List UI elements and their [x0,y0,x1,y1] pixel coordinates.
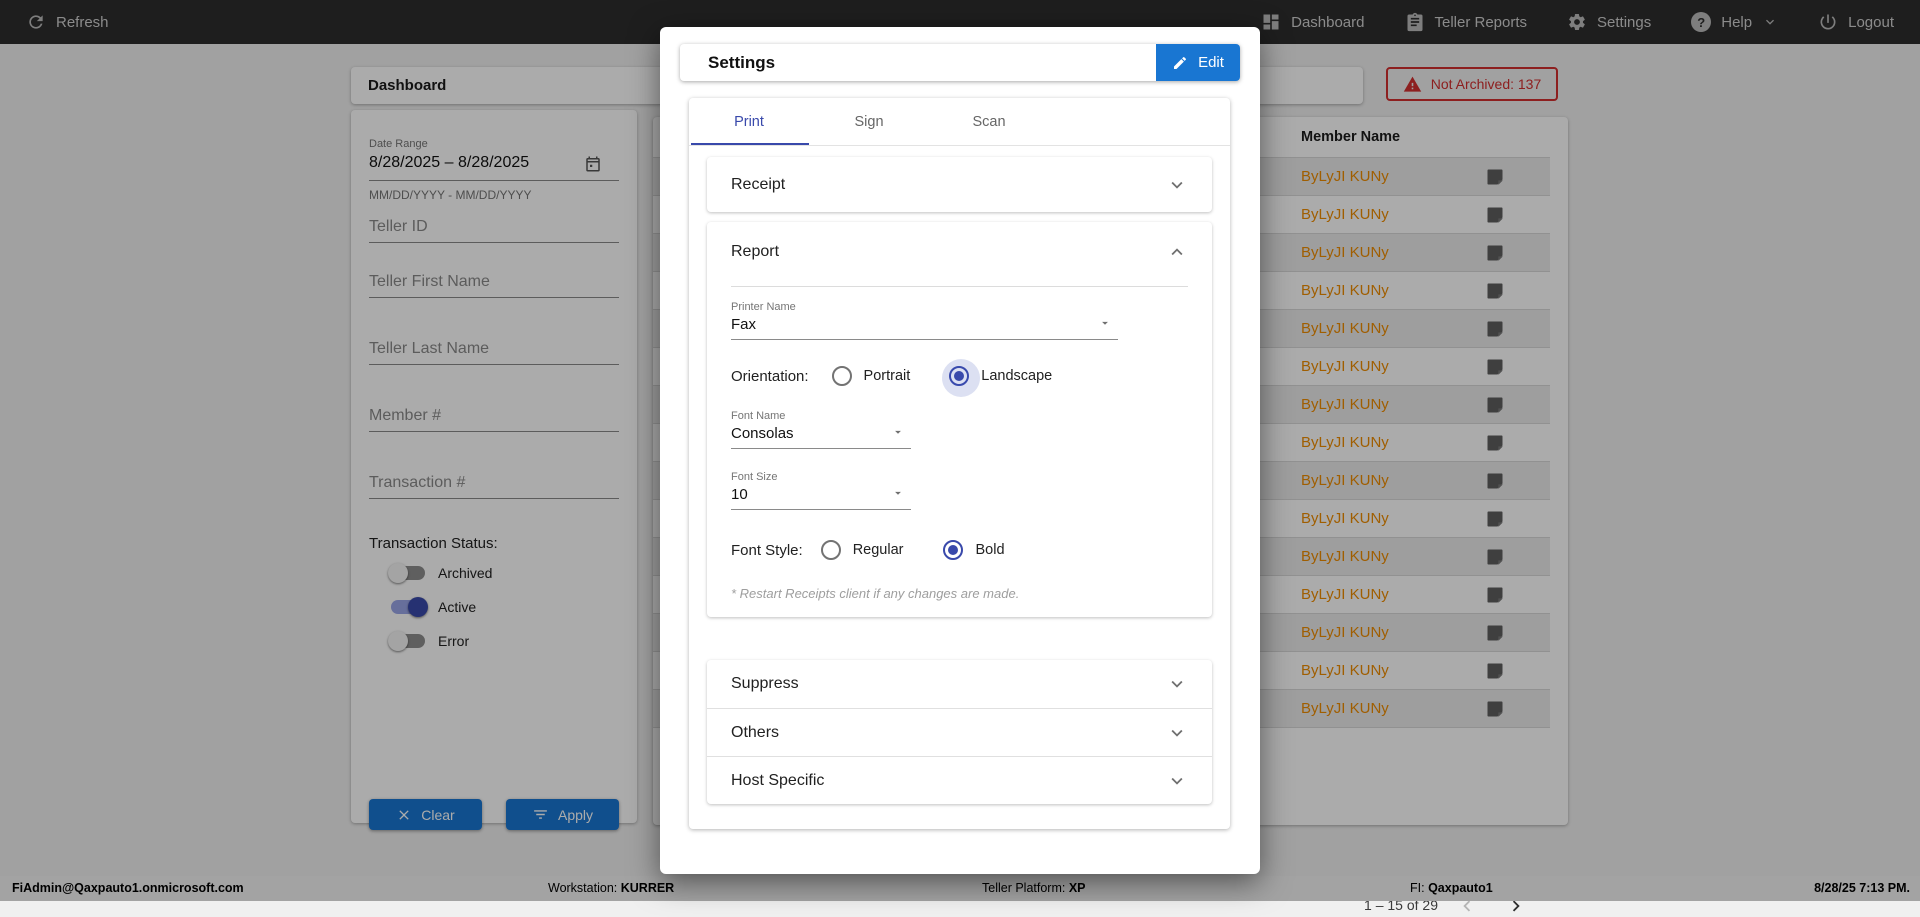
orientation-label: Orientation: [731,368,809,385]
accordion-host-specific-label: Host Specific [731,772,1166,790]
accordion-receipt: Receipt [707,157,1212,212]
accordion-report: Report Printer Name Fax Orientation: Por… [707,222,1212,617]
font-size-value: 10 [731,483,911,510]
chevron-down-icon [1166,722,1188,744]
chevron-up-icon [1166,241,1188,263]
accordion-others-label: Others [731,724,1166,742]
printer-name-value: Fax [731,313,1118,340]
radio-regular[interactable] [821,540,841,560]
dropdown-caret-icon [891,486,905,500]
radio-regular-label: Regular [853,542,904,558]
tab-print[interactable]: Print [689,98,809,145]
settings-dialog-header: Settings Edit [680,44,1240,81]
dropdown-caret-icon [891,425,905,439]
settings-dialog: Settings Edit Print Sign Scan Receipt Re… [660,27,1260,874]
accordion-report-label: Report [731,243,1166,261]
edit-button[interactable]: Edit [1156,44,1240,81]
divider [731,286,1188,287]
dialog-title: Settings [708,53,775,73]
font-name-value: Consolas [731,422,911,449]
report-settings-body: Printer Name Fax Orientation: Portrait L… [707,286,1212,601]
radio-bold-label: Bold [975,542,1004,558]
accordion-receipt-label: Receipt [731,176,1166,194]
tab-strip: Print Sign Scan [689,98,1230,146]
accordion-host-specific-header[interactable]: Host Specific [707,756,1212,804]
font-size-label: Font Size [731,471,911,483]
active-tab-indicator [691,143,809,145]
radio-landscape-label: Landscape [981,368,1052,384]
accordion-receipt-header[interactable]: Receipt [707,157,1212,212]
chevron-down-icon [1166,174,1188,196]
radio-landscape[interactable] [949,366,969,386]
accordion-others-header[interactable]: Others [707,708,1212,756]
restart-note: * Restart Receipts client if any changes… [731,586,1188,601]
chevron-down-icon [1166,770,1188,792]
font-name-select[interactable]: Font Name Consolas [731,410,911,449]
radio-portrait-label: Portrait [864,368,911,384]
accordion-report-header[interactable]: Report [707,222,1212,282]
tab-scan[interactable]: Scan [929,98,1049,145]
chevron-down-icon [1166,673,1188,695]
font-style-label: Font Style: [731,542,803,559]
font-size-select[interactable]: Font Size 10 [731,471,911,510]
settings-tab-panel: Print Sign Scan Receipt Report Printer N… [689,98,1230,829]
orientation-group: Orientation: Portrait Landscape [731,366,1188,386]
accordion-suppress-header[interactable]: Suppress [707,660,1212,708]
printer-name-select[interactable]: Printer Name Fax [731,301,1118,340]
font-name-label: Font Name [731,410,911,422]
radio-bold[interactable] [943,540,963,560]
pencil-icon [1172,55,1188,71]
accordion-group: Suppress Others Host Specific [707,660,1212,804]
edit-button-label: Edit [1198,54,1224,71]
dropdown-caret-icon [1098,316,1112,330]
radio-portrait[interactable] [832,366,852,386]
tab-sign[interactable]: Sign [809,98,929,145]
accordion-suppress-label: Suppress [731,675,1166,693]
font-style-group: Font Style: Regular Bold [731,540,1188,560]
printer-name-label: Printer Name [731,301,1118,313]
